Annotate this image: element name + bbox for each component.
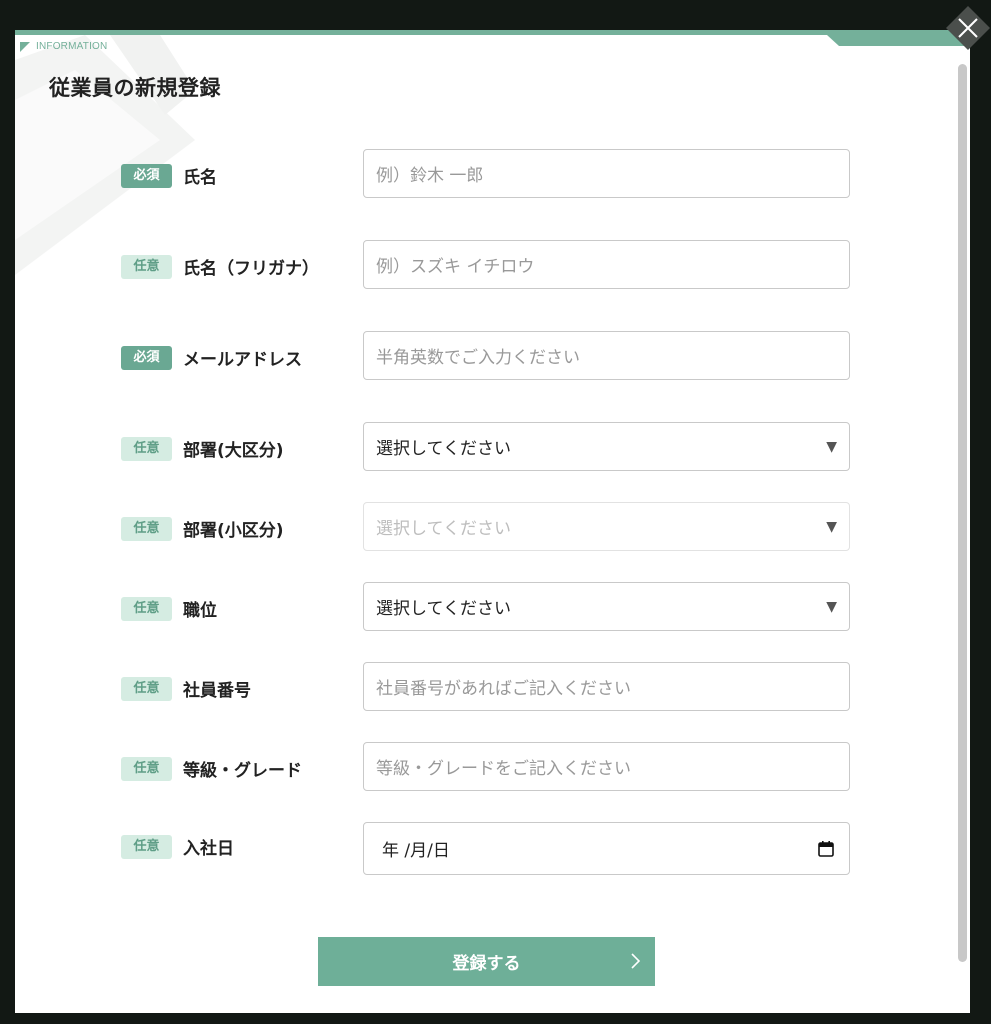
field-label-group: 任意 職位 [121, 596, 217, 621]
required-badge: 必須 [121, 345, 172, 370]
field-label-group: 任意 社員番号 [121, 676, 251, 701]
field-label-group: 任意 入社日 [121, 834, 234, 859]
field-label: 入社日 [183, 839, 234, 859]
select-value: 選択してください [376, 599, 511, 619]
optional-badge: 任意 [121, 756, 172, 781]
field-label: 社員番号 [183, 681, 251, 701]
modal-scrollbar[interactable] [958, 64, 968, 962]
field-label-group: 必須 氏名 [121, 163, 217, 188]
field-label: 部署(小区分) [183, 521, 284, 541]
caret-down-icon: ▼ [826, 438, 837, 455]
decorative-background-shape [15, 35, 195, 275]
field-label: 氏名 [183, 168, 217, 188]
field-label: 部署(大区分) [183, 441, 284, 461]
field-label-group: 必須 メールアドレス [121, 345, 302, 370]
optional-badge: 任意 [121, 596, 172, 621]
triangle-icon [20, 41, 30, 52]
furigana-input[interactable]: 例）スズキ イチロウ [363, 240, 850, 289]
join-date-input[interactable]: 年 /月/日 [363, 822, 850, 875]
email-input[interactable]: 半角英数でご入力ください [363, 331, 850, 380]
date-value: 年 /月/日 [382, 841, 450, 861]
information-text: INFORMATION [36, 41, 108, 52]
field-label-group: 任意 部署(大区分) [121, 436, 284, 461]
furigana-input-placeholder: 例）スズキ イチロウ [376, 257, 535, 277]
field-label: 職位 [183, 601, 217, 621]
required-badge: 必須 [121, 163, 172, 188]
field-label-group: 任意 氏名（フリガナ） [121, 254, 319, 279]
information-label: INFORMATION [20, 41, 107, 52]
modal-title: 従業員の新規登録 [49, 76, 221, 100]
name-input[interactable]: 例）鈴木 一郎 [363, 149, 850, 198]
calendar-icon[interactable] [817, 840, 835, 858]
grade-placeholder: 等級・グレードをご記入ください [376, 759, 631, 779]
optional-badge: 任意 [121, 254, 172, 279]
caret-down-icon: ▼ [826, 598, 837, 615]
field-label: 等級・グレード [183, 761, 302, 781]
grade-input[interactable]: 等級・グレードをご記入ください [363, 742, 850, 791]
email-input-placeholder: 半角英数でご入力ください [376, 348, 580, 368]
select-value: 選択してください [376, 439, 511, 459]
close-button[interactable] [946, 6, 990, 50]
close-icon [946, 6, 990, 50]
register-button[interactable]: 登録する [318, 937, 655, 986]
optional-badge: 任意 [121, 676, 172, 701]
department-minor-select[interactable]: 選択してください ▼ [363, 502, 850, 551]
department-major-select[interactable]: 選択してください ▼ [363, 422, 850, 471]
select-value: 選択してください [376, 519, 511, 539]
field-label-group: 任意 等級・グレード [121, 756, 302, 781]
optional-badge: 任意 [121, 834, 172, 859]
field-label: 氏名（フリガナ） [183, 259, 319, 279]
employee-number-input[interactable]: 社員番号があればご記入ください [363, 662, 850, 711]
employee-registration-modal: INFORMATION 従業員の新規登録 必須 氏名 例）鈴木 一郎 任意 氏名… [15, 30, 970, 1013]
register-button-label: 登録する [452, 954, 521, 974]
scrollbar-thumb[interactable] [958, 64, 967, 962]
position-select[interactable]: 選択してください ▼ [363, 582, 850, 631]
optional-badge: 任意 [121, 436, 172, 461]
employee-number-placeholder: 社員番号があればご記入ください [376, 679, 631, 699]
field-label-group: 任意 部署(小区分) [121, 516, 284, 541]
name-input-placeholder: 例）鈴木 一郎 [376, 166, 484, 186]
chevron-right-icon [631, 953, 641, 969]
optional-badge: 任意 [121, 516, 172, 541]
caret-down-icon: ▼ [826, 518, 837, 535]
field-label: メールアドレス [183, 350, 302, 370]
